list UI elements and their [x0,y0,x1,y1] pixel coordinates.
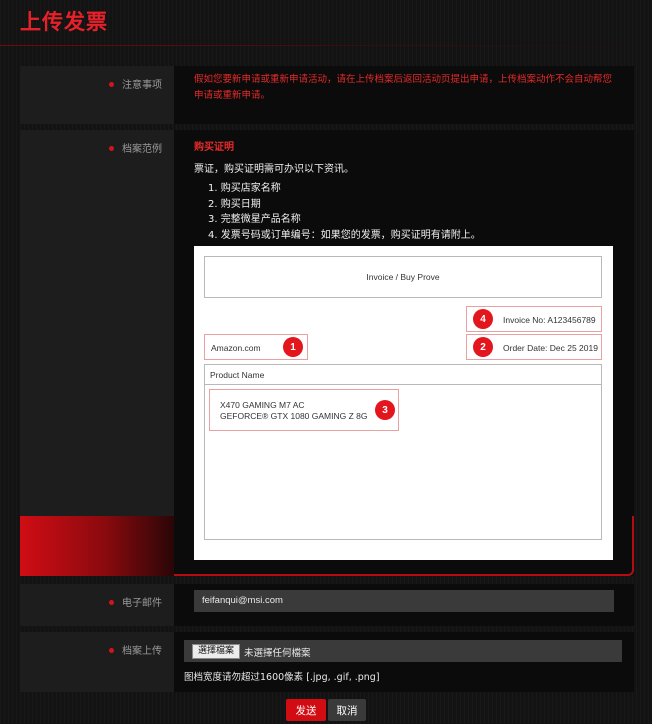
header-divider [0,45,652,46]
bullet-dot-icon [109,81,114,87]
invoice-sample-image: Invoice / Buy Prove 4 Invoice No: A12345… [194,246,613,560]
upload-content: 選擇檔案 未選擇任何檔案 图档宽度请勿超过1600像素 [.jpg, .gif,… [184,632,622,692]
bullet-dot-icon [109,647,114,653]
notice-label: 注意事项 [109,76,162,91]
sample-content: 购买证明 票证，购买证明需可办识以下资讯。 1. 购买店家名称 2. 购买日期 … [194,130,622,576]
invoice-number-box: 4 Invoice No: A123456789 [466,306,602,332]
upload-hint: 图档宽度请勿超过1600像素 [.jpg, .gif, .png] [184,672,380,683]
store-box: Amazon.com 1 [204,334,308,360]
list-item: 2. 购买日期 [208,198,261,210]
page-header: 上传发票 [0,0,652,46]
email-content: feifanqui@msi.com [174,584,622,626]
email-label-text: 电子邮件 [122,598,162,609]
order-date-box: 2 Order Date: Dec 25 2019 [466,334,602,360]
store-name: Amazon.com [211,343,261,353]
upload-label-cell: 档案上传 [20,632,174,692]
sample-heading: 购买证明 [194,142,234,153]
product-table: Product Name X470 GAMING M7 AC GEFORCE® … [204,364,602,540]
notice-text: 假如您要新申请或重新申请活动，请在上传档案后返回活动页提出申请，上传档案动作不会… [194,74,613,101]
page-title: 上传发票 [20,10,108,34]
invoice-title: Invoice / Buy Prove [366,272,440,282]
invoice-title-box: Invoice / Buy Prove [204,256,602,298]
email-field[interactable]: feifanqui@msi.com [194,590,614,612]
list-item: 4. 发票号码或订单编号：如果您的发票，购买证明有请附上。 [208,229,481,241]
notice-row: 注意事项 假如您要新申请或重新申请活动，请在上传档案后返回活动页提出申请，上传档… [20,66,634,124]
upload-label: 档案上传 [109,642,162,657]
sample-requirements-list: 1. 购买店家名称 2. 购买日期 3. 完整微星产品名称 4. 发票号码或订单… [208,181,481,243]
product-header-divider [205,384,601,385]
badge-3-icon: 3 [375,400,395,420]
file-input[interactable]: 選擇檔案 未選擇任何檔案 [184,640,622,662]
sample-label-text: 档案范例 [122,144,162,155]
bullet-dot-icon [109,599,114,605]
upload-row: 档案上传 選擇檔案 未選擇任何檔案 图档宽度请勿超过1600像素 [.jpg, … [20,632,634,692]
send-button[interactable]: 发送 [286,699,326,721]
file-status: 未選擇任何檔案 [244,648,311,659]
list-item: 1. 购买店家名称 [208,183,281,194]
email-label: 电子邮件 [109,594,162,609]
sample-row: 档案范例 购买证明 票证，购买证明需可办识以下资讯。 1. 购买店家名称 2. … [20,130,634,576]
upload-label-text: 档案上传 [122,646,162,657]
sample-intro: 票证，购买证明需可办识以下资讯。 [194,164,354,175]
notice-label-text: 注意事项 [122,80,162,91]
badge-4-icon: 4 [473,309,493,329]
product-name-box: X470 GAMING M7 AC GEFORCE® GTX 1080 GAMI… [209,389,399,431]
cancel-button[interactable]: 取消 [328,699,366,721]
bullet-dot-icon [109,145,114,151]
badge-2-icon: 2 [473,337,493,357]
choose-file-button[interactable]: 選擇檔案 [192,644,241,659]
email-row: 电子邮件 feifanqui@msi.com [20,584,634,626]
product-header: Product Name [210,370,265,380]
list-item: 3. 完整微星产品名称 [208,214,301,225]
notice-label-cell: 注意事项 [20,66,174,124]
badge-1-icon: 1 [283,337,303,357]
email-label-cell: 电子邮件 [20,584,174,626]
invoice-number: Invoice No: A123456789 [503,315,596,325]
sample-label-cell: 档案范例 [20,130,174,576]
product-line-2: GEFORCE® GTX 1080 GAMING Z 8G [220,411,368,421]
red-accent-bar [20,516,174,576]
notice-content: 假如您要新申请或重新申请活动，请在上传档案后返回活动页提出申请，上传档案动作不会… [194,66,622,124]
sample-label: 档案范例 [109,140,162,155]
product-line-1: X470 GAMING M7 AC [220,400,305,410]
order-date: Order Date: Dec 25 2019 [503,343,598,353]
